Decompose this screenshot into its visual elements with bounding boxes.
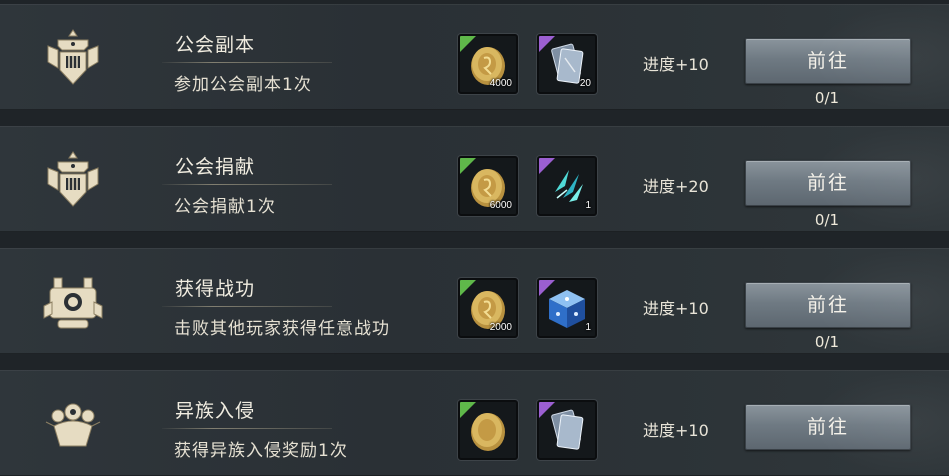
progress-reward: 进度+10 xyxy=(643,55,709,74)
reward-quantity: 1 xyxy=(585,322,591,333)
reward-item-card-pack[interactable]: 20 xyxy=(537,34,597,94)
reward-quantity: 20 xyxy=(579,78,591,89)
guild-banner-icon xyxy=(47,151,99,207)
war-machine-icon xyxy=(43,277,103,329)
reward-item-crystal[interactable]: 1 xyxy=(537,156,597,216)
completion-count: 0/1 xyxy=(814,89,840,107)
reward-item-gold[interactable]: 6000 xyxy=(458,156,518,216)
magic-cube-icon xyxy=(549,290,585,328)
task-description: 击败其他玩家获得任意战功 xyxy=(174,319,390,339)
title-divider xyxy=(162,428,332,429)
completion-count: 0/1 xyxy=(814,333,840,351)
reward-item-gold[interactable] xyxy=(458,400,518,460)
progress-reward: 进度+10 xyxy=(643,299,709,318)
reward-item-gold[interactable]: 2000 xyxy=(458,278,518,338)
crystal-shard-icon xyxy=(555,170,583,202)
go-button[interactable]: 前往 xyxy=(745,404,911,450)
reward-quantity: 6000 xyxy=(489,200,512,211)
reward-quantity: 4000 xyxy=(489,78,512,89)
go-button[interactable]: 前往 xyxy=(745,282,911,328)
task-title: 公会副本 xyxy=(175,34,256,56)
task-row: 获得战功 击败其他玩家获得任意战功 2000 1 进度+10 前往 0/1 xyxy=(0,248,949,354)
task-list: 公会副本 参加公会副本1次 4000 20 进度+10 前往 0/1 公会捐献 … xyxy=(0,0,949,476)
completion-count: 0/1 xyxy=(814,211,840,229)
gold-coin-icon xyxy=(471,413,505,451)
reward-quantity: 2000 xyxy=(489,322,512,333)
progress-reward: 进度+20 xyxy=(643,177,709,196)
task-row: 公会副本 参加公会副本1次 4000 20 进度+10 前往 0/1 xyxy=(0,4,949,110)
task-title: 公会捐献 xyxy=(175,156,256,178)
title-divider xyxy=(162,62,332,63)
progress-reward: 进度+10 xyxy=(643,421,709,440)
task-row: 公会捐献 公会捐献1次 6000 1 进度+20 前往 0/1 xyxy=(0,126,949,232)
reward-item-card-pack[interactable] xyxy=(537,400,597,460)
task-title: 获得战功 xyxy=(175,278,256,300)
guild-banner-icon xyxy=(47,29,99,85)
reward-quantity: 1 xyxy=(585,200,591,211)
task-description: 参加公会副本1次 xyxy=(174,75,312,95)
card-pack-icon xyxy=(551,409,584,450)
go-button[interactable]: 前往 xyxy=(745,160,911,206)
task-title: 异族入侵 xyxy=(175,400,256,422)
title-divider xyxy=(162,306,332,307)
task-row: 异族入侵 获得异族入侵奖励1次 进度+10 前往 xyxy=(0,370,949,476)
go-button[interactable]: 前往 xyxy=(745,38,911,84)
task-description: 公会捐献1次 xyxy=(174,197,276,217)
title-divider xyxy=(162,184,332,185)
reward-item-cube[interactable]: 1 xyxy=(537,278,597,338)
reward-item-gold[interactable]: 4000 xyxy=(458,34,518,94)
task-description: 获得异族入侵奖励1次 xyxy=(174,441,348,461)
alien-invasion-icon xyxy=(45,403,101,447)
